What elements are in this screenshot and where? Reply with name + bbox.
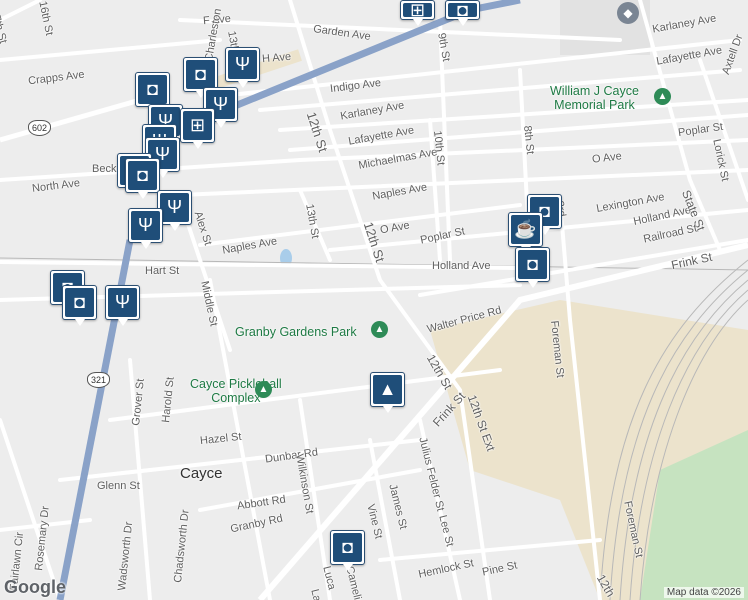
restaurant-icon[interactable]: Ψ [128,208,163,249]
restaurant-icon[interactable]: Ψ [225,47,260,88]
street-label: H Ave [261,50,292,66]
street-label: Hart St [145,265,180,277]
shopping-bag-icon[interactable]: ◘ [445,0,480,26]
place-label-cayce: Cayce [180,465,223,482]
coffee-cup-icon[interactable]: ☕ [508,212,543,253]
google-logo: Google [4,577,66,597]
street-label: Glenn St [97,480,140,492]
route-shield-us-321: 321 [87,372,111,388]
route-shield-602: 602 [28,120,52,136]
park-icon: ▲ [255,381,272,398]
restaurant-icon[interactable]: Ψ [105,285,140,326]
poi-granby-gardens-park[interactable]: Granby Gardens Park [235,325,357,339]
street-label: Beck [92,163,117,175]
map-data-credit[interactable]: Map data ©2026 [663,587,744,598]
school-icon[interactable]: ◆ [617,2,639,24]
poi-cayce-memorial-park[interactable]: William J Cayce Memorial Park [550,84,639,112]
park-icon: ▲ [654,88,671,105]
map-canvas[interactable]: 17th St 16th St F Ave Charleston 13th H … [0,0,748,600]
shopping-cart-icon[interactable]: ⊞ [400,0,435,26]
shopping-bag-icon[interactable]: ◘ [135,72,170,113]
shopping-cart-icon[interactable]: ⊞ [180,108,215,149]
shopping-bag-icon[interactable]: ◘ [62,285,97,326]
shopping-bag-icon[interactable]: ◘ [330,530,365,571]
school-icon[interactable]: ▲ [370,372,405,413]
park-icon: ▲ [371,321,388,338]
shopping-bag-icon[interactable]: ◘ [515,247,550,288]
street-label: Holland Ave [432,260,491,272]
shopping-bag-icon[interactable]: ◘ [125,158,160,199]
